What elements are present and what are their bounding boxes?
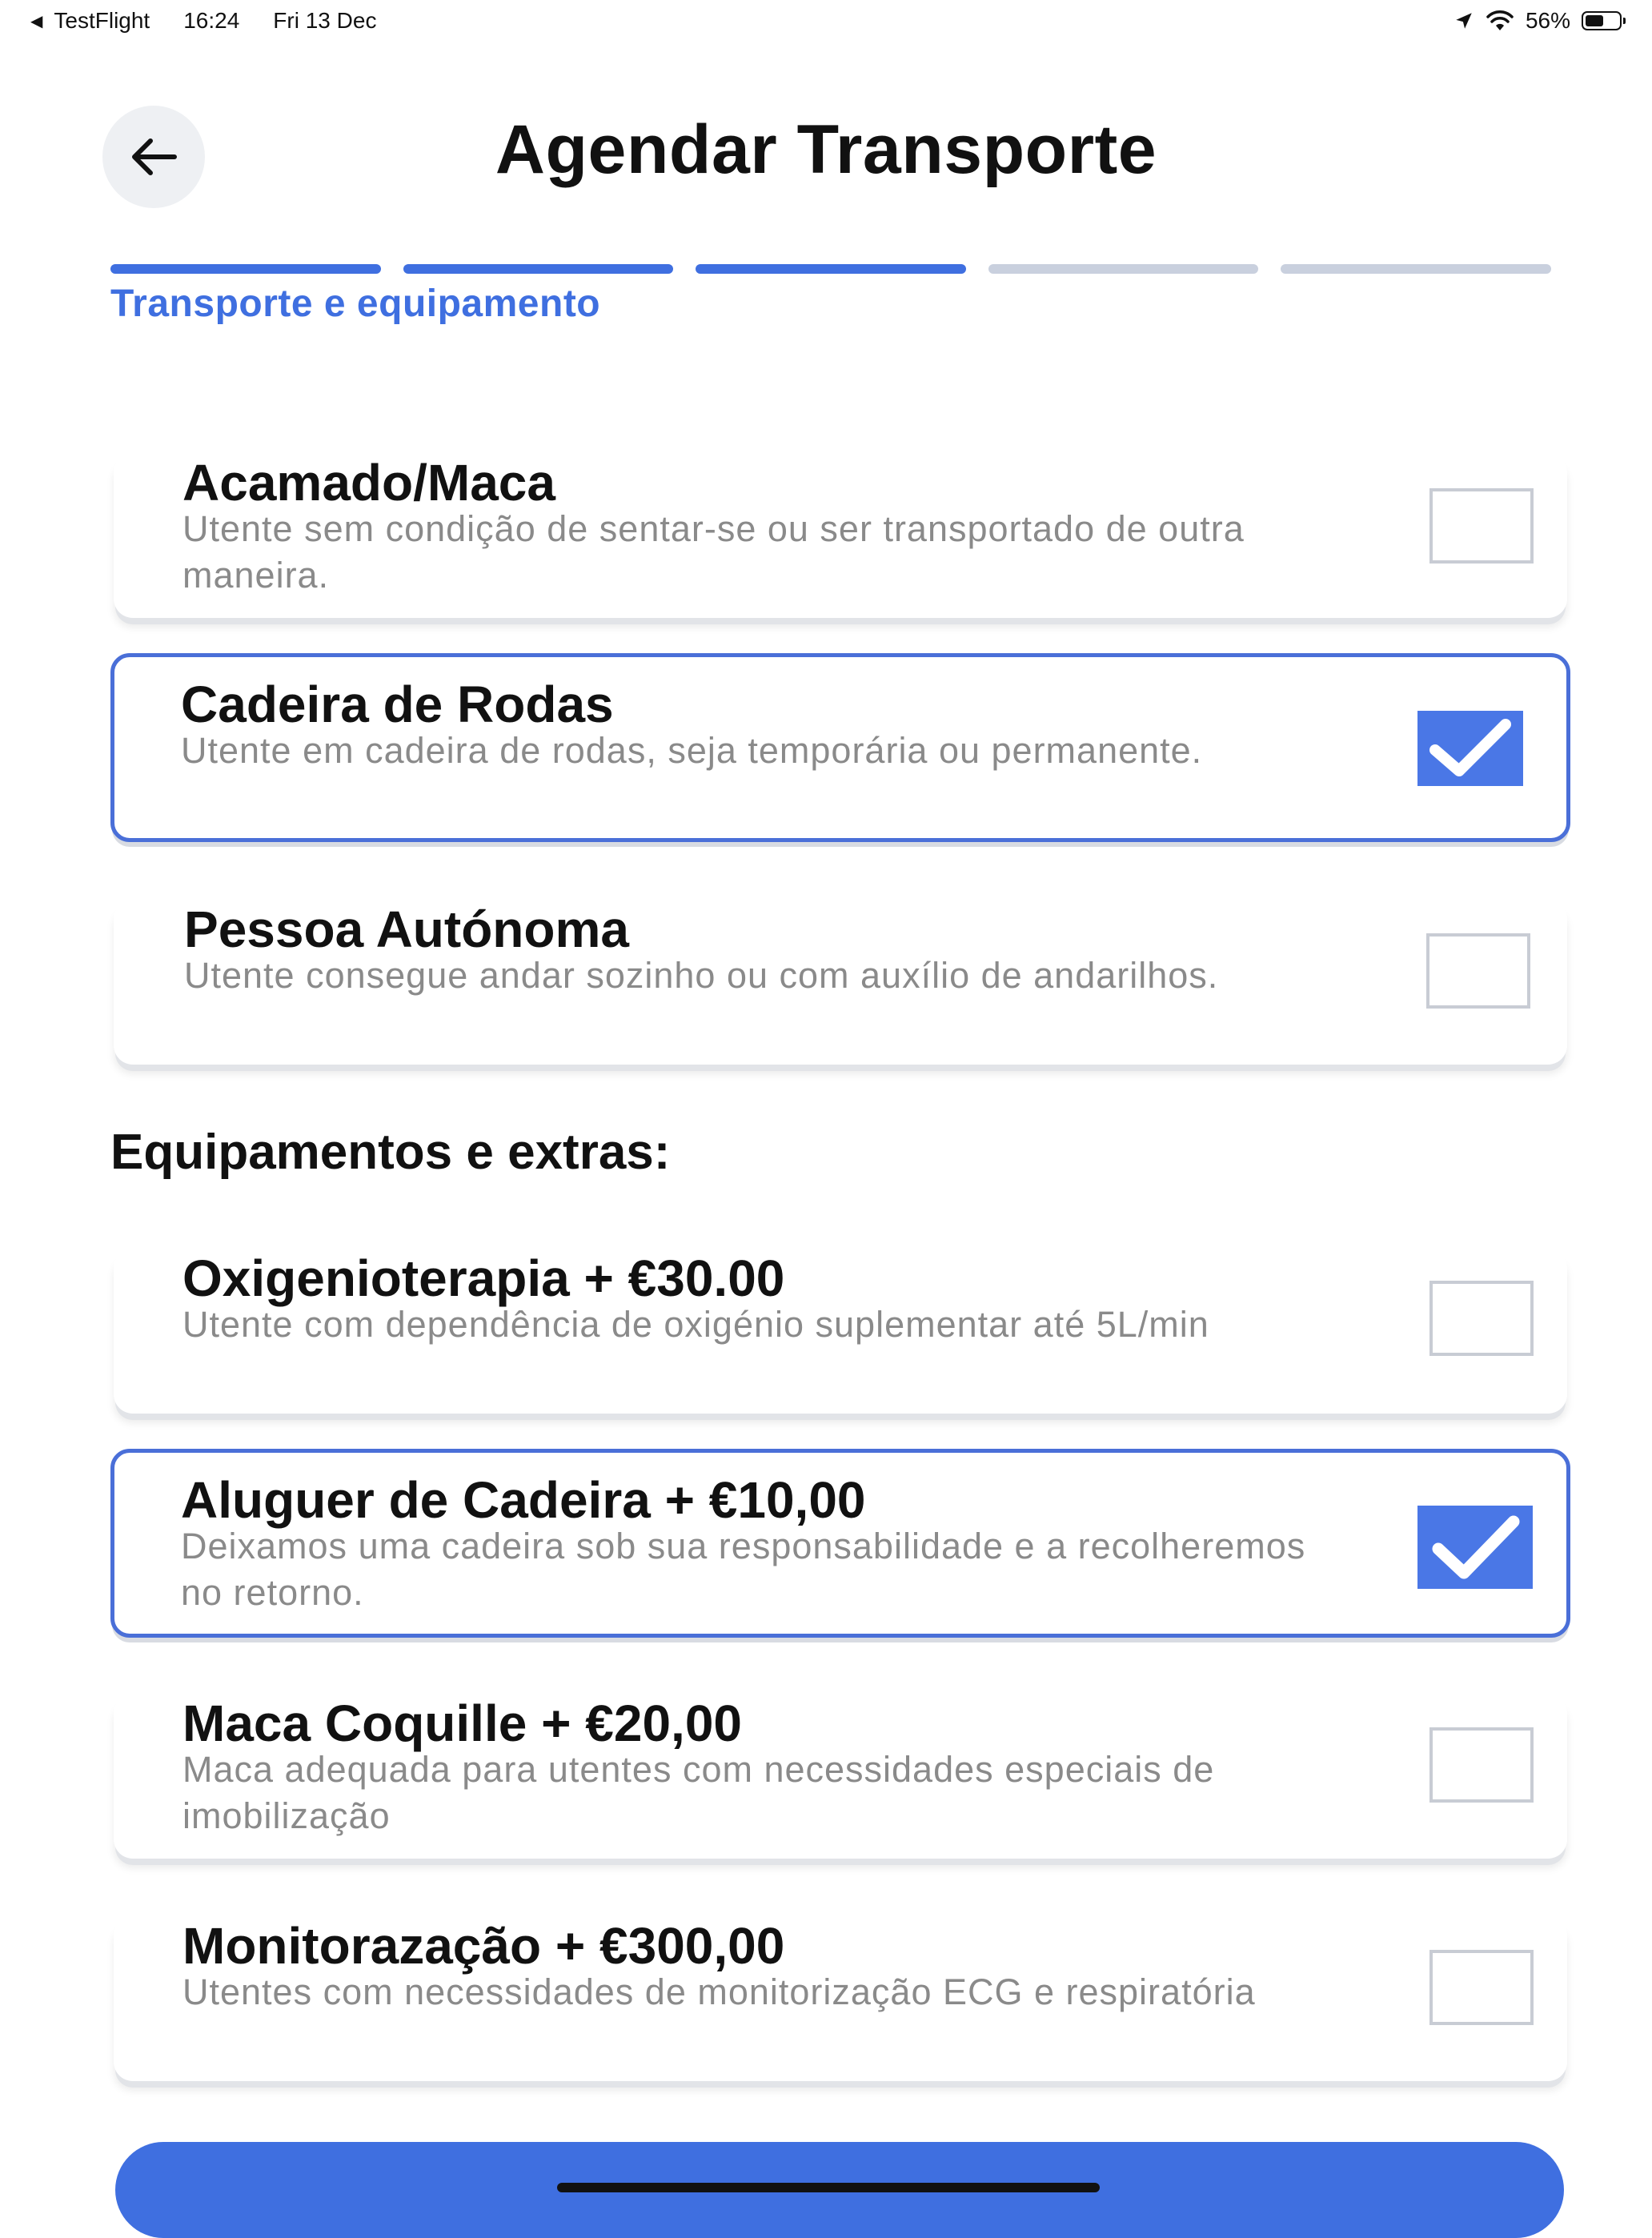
- extra-card-monitorizacao[interactable]: Monitorazação + €300,00 Utentes com nece…: [114, 1916, 1567, 2081]
- checkbox[interactable]: [1429, 1281, 1534, 1356]
- option-card-pessoa-autonoma[interactable]: Pessoa Autónoma Utente consegue andar so…: [114, 900, 1567, 1065]
- status-bar: ◀ TestFlight 16:24 Fri 13 Dec 56%: [0, 0, 1652, 45]
- checkbox[interactable]: [1429, 1950, 1534, 2025]
- step-label: Transporte e equipamento: [110, 283, 601, 325]
- step-progress-bar: [110, 264, 1551, 274]
- extras-section-title: Equipamentos e extras:: [110, 1125, 671, 1180]
- option-title: Pessoa Autónoma: [184, 900, 629, 958]
- back-to-app-icon[interactable]: ◀: [30, 11, 42, 31]
- extra-title: Monitorazação + €300,00: [182, 1917, 785, 1975]
- progress-segment: [403, 264, 674, 274]
- status-bar-right: 56%: [1454, 8, 1626, 34]
- option-title: Cadeira de Rodas: [181, 676, 614, 733]
- extra-description: Utente com dependência de oxigénio suple…: [182, 1304, 1209, 1345]
- checkbox[interactable]: [1429, 488, 1534, 564]
- extra-title: Aluguer de Cadeira + €10,00: [181, 1471, 866, 1529]
- status-bar-left: ◀ TestFlight 16:24 Fri 13 Dec: [30, 8, 376, 34]
- extra-description: Deixamos uma cadeira sob sua responsabil…: [181, 1526, 1306, 1613]
- extra-description: Utentes com necessidades de monitorizaçã…: [182, 1971, 1256, 2012]
- wifi-icon: [1486, 10, 1514, 30]
- checkbox[interactable]: [1426, 933, 1530, 1009]
- battery-percentage: 56%: [1525, 8, 1570, 33]
- checkbox-checked[interactable]: [1417, 1506, 1533, 1589]
- option-description: Utente em cadeira de rodas, seja temporá…: [181, 730, 1203, 771]
- progress-segment: [696, 264, 966, 274]
- page-title: Agendar Transporte: [495, 111, 1157, 188]
- battery-icon: [1582, 11, 1626, 30]
- status-date: Fri 13 Dec: [273, 8, 377, 33]
- progress-segment: [110, 264, 381, 274]
- option-card-acamado[interactable]: Acamado/Maca Utente sem condição de sent…: [114, 453, 1567, 618]
- location-arrow-icon: [1456, 13, 1472, 29]
- home-indicator[interactable]: [557, 2183, 1100, 2192]
- status-app-name[interactable]: TestFlight: [54, 8, 150, 34]
- option-description: Utente consegue andar sozinho ou com aux…: [184, 955, 1219, 996]
- extra-title: Maca Coquille + €20,00: [182, 1695, 742, 1752]
- checkbox-checked[interactable]: [1417, 711, 1523, 786]
- option-title: Acamado/Maca: [182, 454, 555, 511]
- extra-title: Oxigenioterapia + €30.00: [182, 1249, 785, 1307]
- extra-card-oxigenioterapia[interactable]: Oxigenioterapia + €30.00 Utente com depe…: [114, 1249, 1567, 1414]
- status-time: 16:24: [183, 8, 240, 33]
- option-card-cadeira-de-rodas[interactable]: Cadeira de Rodas Utente em cadeira de ro…: [110, 653, 1570, 842]
- checkmark-icon: [1432, 1515, 1520, 1579]
- progress-segment: [988, 264, 1259, 274]
- option-description: Utente sem condição de sentar-se ou ser …: [182, 508, 1245, 596]
- extra-description: Maca adequada para utentes com necessida…: [182, 1749, 1215, 1836]
- extra-card-aluguer-de-cadeira[interactable]: Aluguer de Cadeira + €10,00 Deixamos uma…: [110, 1449, 1570, 1638]
- checkbox[interactable]: [1429, 1727, 1534, 1803]
- progress-segment: [1281, 264, 1551, 274]
- checkmark-icon: [1429, 719, 1511, 776]
- extra-card-maca-coquille[interactable]: Maca Coquille + €20,00 Maca adequada par…: [114, 1694, 1567, 1859]
